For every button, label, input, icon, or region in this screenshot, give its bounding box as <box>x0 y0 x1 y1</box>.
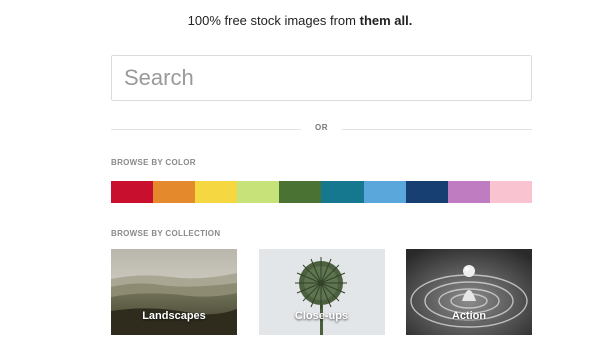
color-swatch-light-blue[interactable] <box>363 181 406 203</box>
collection-label: Landscapes <box>142 310 206 322</box>
thistle-image <box>258 249 385 335</box>
landscape-image <box>111 249 237 335</box>
search-box <box>111 55 532 101</box>
browse-by-color-label: BROWSE BY COLOR <box>111 158 196 167</box>
collections: Landscapes Close-ups Action <box>111 249 532 335</box>
color-swatch-red[interactable] <box>111 181 154 203</box>
page: 100% free stock images from them all. OR… <box>0 0 600 337</box>
tagline-bold: them all. <box>359 13 413 28</box>
color-swatch-teal[interactable] <box>321 181 364 203</box>
color-swatches <box>111 181 532 203</box>
collection-card-close-ups[interactable]: Close-ups <box>258 249 385 335</box>
or-label: OR <box>315 123 328 132</box>
collection-card-landscapes[interactable]: Landscapes <box>111 249 237 335</box>
search-input[interactable] <box>112 56 531 100</box>
tagline-prefix: 100% free stock images from <box>187 13 360 28</box>
water-drop-image <box>406 249 532 335</box>
collection-card-action[interactable]: Action <box>406 249 532 335</box>
color-swatch-purple[interactable] <box>447 181 490 203</box>
divider-line-right <box>342 129 532 130</box>
collection-label: Action <box>451 310 487 322</box>
collection-label: Close-ups <box>294 310 349 322</box>
tagline: 100% free stock images from them all. <box>0 13 600 28</box>
or-divider: OR <box>111 122 532 136</box>
color-swatch-navy[interactable] <box>405 181 448 203</box>
color-swatch-light-green[interactable] <box>237 181 280 203</box>
color-swatch-dark-green[interactable] <box>279 181 322 203</box>
color-swatch-orange[interactable] <box>153 181 196 203</box>
browse-by-collection-label: BROWSE BY COLLECTION <box>111 229 221 238</box>
color-swatch-pink[interactable] <box>489 181 532 203</box>
color-swatch-yellow[interactable] <box>195 181 238 203</box>
